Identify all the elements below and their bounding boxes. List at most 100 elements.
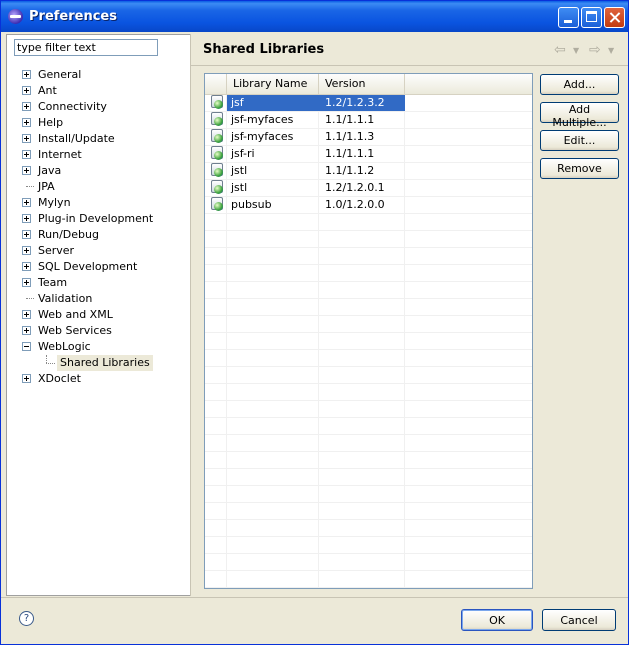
preferences-window: Preferences General Ant Connectivity Help In…: [0, 0, 629, 645]
forward-arrow-icon[interactable]: ⇨: [589, 42, 601, 58]
tree-item-label: Mylyn: [38, 196, 71, 209]
expand-icon[interactable]: [22, 86, 31, 95]
table-row[interactable]: jsf-ri 1.1/1.1.1: [205, 145, 532, 163]
header-divider: [191, 65, 628, 66]
tree-item-label: XDoclet: [38, 372, 81, 385]
remove-button[interactable]: Remove: [540, 158, 619, 179]
tree-item-jpa[interactable]: JPA: [7, 179, 190, 195]
back-arrow-icon[interactable]: ⇦: [554, 42, 566, 58]
tree-item-web-and-xml[interactable]: Web and XML: [7, 307, 190, 323]
tree-item-mylyn[interactable]: Mylyn: [7, 195, 190, 211]
empty-table-row: [205, 366, 532, 384]
collapse-icon[interactable]: [22, 342, 31, 351]
forward-dropdown-icon[interactable]: ▼: [608, 46, 614, 55]
expand-icon[interactable]: [22, 70, 31, 79]
tree-item-label: Server: [38, 244, 75, 257]
expand-icon[interactable]: [22, 310, 31, 319]
empty-table-row: [205, 213, 532, 231]
tree-item-weblogic[interactable]: WebLogic: [7, 339, 190, 355]
library-jar-icon: [211, 197, 224, 211]
tree-item-sql-development[interactable]: SQL Development: [7, 259, 190, 275]
add-button[interactable]: Add...: [540, 74, 619, 95]
tree-item-label: WebLogic: [38, 340, 91, 353]
table-row[interactable]: pubsub 1.0/1.2.0.0: [205, 196, 532, 214]
empty-table-row: [205, 468, 532, 486]
tree-item-xdoclet[interactable]: XDoclet: [7, 371, 190, 387]
library-name-cell: jstl: [231, 181, 248, 194]
expand-icon[interactable]: [22, 198, 31, 207]
tree-item-label: General: [38, 68, 82, 81]
table-row[interactable]: jsf-myfaces 1.1/1.1.1: [205, 111, 532, 129]
tree-item-web-services[interactable]: Web Services: [7, 323, 190, 339]
tree-item-label: Connectivity: [38, 100, 107, 113]
eclipse-icon: [8, 9, 23, 24]
version-cell: 1.2/1.2.0.1: [325, 181, 385, 194]
expand-icon[interactable]: [22, 166, 31, 175]
expand-icon[interactable]: [22, 246, 31, 255]
shared-libraries-table[interactable]: jsf 1.2/1.2.3.2 jsf-myfaces 1.1/1.1.1 jsf-my…: [204, 73, 533, 589]
tree-connector: [26, 298, 34, 299]
panel-divider[interactable]: [190, 34, 191, 596]
tree-item-shared-libraries[interactable]: Shared Libraries: [7, 355, 190, 371]
tree-item-validation[interactable]: Validation: [7, 291, 190, 307]
tree-item-java[interactable]: Java: [7, 163, 190, 179]
tree-connector: [26, 186, 34, 187]
expand-icon[interactable]: [22, 326, 31, 335]
expand-icon[interactable]: [22, 134, 31, 143]
empty-table-row: [205, 400, 532, 418]
cancel-button[interactable]: Cancel: [542, 609, 616, 631]
empty-table-row: [205, 502, 532, 520]
edit-button[interactable]: Edit...: [540, 130, 619, 151]
version-cell: 1.0/1.2.0.0: [325, 198, 385, 211]
back-dropdown-icon[interactable]: ▼: [573, 46, 579, 55]
empty-table-row: [205, 264, 532, 282]
table-row[interactable]: jsf 1.2/1.2.3.2: [205, 94, 532, 112]
empty-table-row: [205, 383, 532, 401]
library-name-cell: jsf: [231, 96, 244, 109]
title-bar[interactable]: Preferences: [1, 1, 628, 32]
expand-icon[interactable]: [22, 262, 31, 271]
ok-button[interactable]: OK: [461, 609, 533, 631]
expand-icon[interactable]: [22, 150, 31, 159]
table-row[interactable]: jsf-myfaces 1.1/1.1.3: [205, 128, 532, 146]
tree-item-internet[interactable]: Internet: [7, 147, 190, 163]
empty-table-row: [205, 332, 532, 350]
tree-item-connectivity[interactable]: Connectivity: [7, 99, 190, 115]
empty-table-row: [205, 247, 532, 265]
close-button[interactable]: [604, 7, 625, 28]
expand-icon[interactable]: [22, 102, 31, 111]
tree-item-server[interactable]: Server: [7, 243, 190, 259]
tree-item-help[interactable]: Help: [7, 115, 190, 131]
expand-icon[interactable]: [22, 214, 31, 223]
filter-input[interactable]: [14, 39, 158, 56]
tree-item-team[interactable]: Team: [7, 275, 190, 291]
tree-item-install-update[interactable]: Install/Update: [7, 131, 190, 147]
expand-icon[interactable]: [22, 118, 31, 127]
library-name-cell: jstl: [231, 164, 248, 177]
library-jar-icon: [211, 146, 224, 160]
version-cell: 1.1/1.1.3: [325, 130, 375, 143]
expand-icon[interactable]: [22, 230, 31, 239]
help-icon[interactable]: ?: [19, 611, 34, 626]
tree-item-label: Ant: [38, 84, 57, 97]
window-title: Preferences: [29, 9, 117, 24]
table-row[interactable]: jstl 1.1/1.1.2: [205, 162, 532, 180]
tree-item-general[interactable]: General: [7, 67, 190, 83]
table-row[interactable]: jstl 1.2/1.2.0.1: [205, 179, 532, 197]
minimize-button[interactable]: [558, 7, 579, 28]
maximize-button[interactable]: [581, 7, 602, 28]
expand-icon[interactable]: [22, 374, 31, 383]
column-header-version[interactable]: Version: [319, 74, 405, 94]
add-multiple-button[interactable]: Add Multiple...: [540, 102, 619, 129]
tree-item-run-debug[interactable]: Run/Debug: [7, 227, 190, 243]
tree-item-plug-in-development[interactable]: Plug-in Development: [7, 211, 190, 227]
tree-item-ant[interactable]: Ant: [7, 83, 190, 99]
tree-item-label: Run/Debug: [38, 228, 99, 241]
column-header-icon[interactable]: [205, 74, 227, 94]
empty-table-row: [205, 519, 532, 537]
version-cell: 1.1/1.1.1: [325, 147, 375, 160]
expand-icon[interactable]: [22, 278, 31, 287]
empty-table-row: [205, 570, 532, 588]
empty-table-row: [205, 281, 532, 299]
column-header-library-name[interactable]: Library Name: [227, 74, 319, 94]
